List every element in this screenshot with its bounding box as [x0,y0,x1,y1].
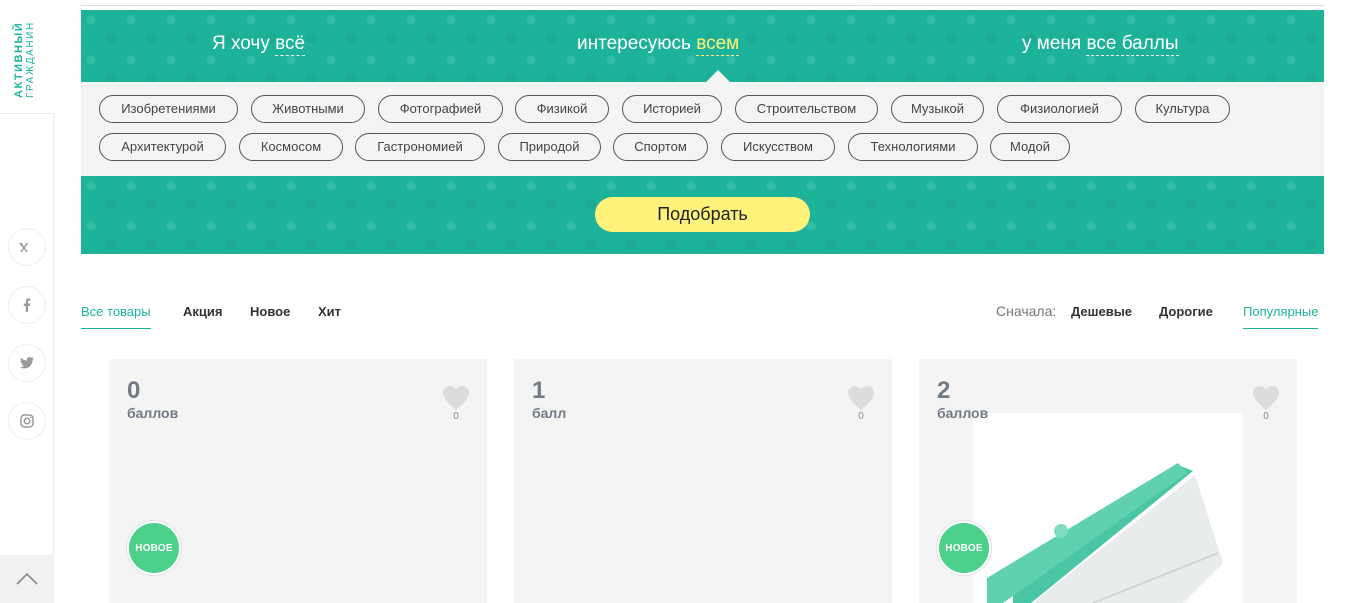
tag-fashion[interactable]: Модой [990,133,1070,161]
scroll-up-button[interactable] [0,555,54,603]
vk-icon[interactable] [8,228,46,266]
new-badge: НОВОЕ [937,521,991,575]
tag-gastronomy[interactable]: Гастрономией [355,133,485,161]
logo[interactable]: Активный гражданин [0,0,54,114]
card-points: 0 [127,377,141,404]
product-card[interactable]: 0 баллов 0 НОВОЕ [109,359,487,603]
tag-culture[interactable]: Культура [1135,95,1230,123]
points-prefix: у меня [1022,33,1087,54]
tag-sport[interactable]: Спортом [613,133,708,161]
heart-icon[interactable] [1252,385,1280,411]
card-points-unit: баллов [127,405,179,421]
interest-selector[interactable]: интересуюсь всем [577,33,740,56]
top-divider [81,0,1324,10]
logo-text: Активный гражданин [13,21,36,98]
filter-new[interactable]: Новое [250,304,290,319]
twitter-icon[interactable] [8,344,46,382]
facebook-icon[interactable] [8,286,46,324]
logo-line-1: Активный [13,21,25,98]
tag-inventions[interactable]: Изобретениями [99,95,238,123]
card-points: 1 [532,377,546,404]
likes-count: 0 [858,411,864,422]
tag-history[interactable]: Историей [622,95,722,123]
product-image-laptop-case[interactable] [973,413,1243,603]
card-points: 2 [937,377,951,404]
filter-sale[interactable]: Акция [183,304,222,319]
product-card[interactable]: 2 баллов 0 НОВОЕ [919,359,1297,603]
chevron-up-icon [16,573,38,585]
tag-art[interactable]: Искусством [721,133,835,161]
tag-nature[interactable]: Природой [498,133,601,161]
points-value[interactable]: все баллы [1086,33,1179,56]
points-selector[interactable]: у меня все баллы [1022,33,1179,56]
interest-value[interactable]: всем [696,33,740,56]
likes-count: 0 [453,411,459,422]
filter-hit[interactable]: Хит [318,304,341,319]
selector-pointer [706,70,730,82]
instagram-icon[interactable] [8,402,46,440]
tag-animals[interactable]: Животными [251,95,365,123]
heart-icon[interactable] [442,385,470,411]
likes-count: 0 [1263,411,1269,422]
interest-prefix: интересуюсь [577,33,697,54]
filter-all-products[interactable]: Все товары [81,304,151,329]
want-value[interactable]: всё [275,33,306,56]
tag-construction[interactable]: Строительством [735,95,878,123]
tag-technology[interactable]: Технологиями [848,133,978,161]
want-prefix: Я хочу [212,33,276,54]
want-selector[interactable]: Я хочу всё [212,33,306,56]
sort-expensive[interactable]: Дорогие [1159,304,1213,319]
heart-icon[interactable] [847,385,875,411]
product-card[interactable]: 1 балл 0 [514,359,892,603]
logo-line-2: гражданин [25,21,36,98]
tag-physiology[interactable]: Физиологией [997,95,1122,123]
tag-music[interactable]: Музыкой [891,95,984,123]
sort-popular[interactable]: Популярные [1243,304,1319,329]
pick-button[interactable]: Подобрать [595,197,810,232]
tag-architecture[interactable]: Архитектурой [99,133,226,161]
interest-tags-panel: Изобретениями Животными Фотографией Физи… [81,82,1324,176]
card-points-unit: балл [532,405,567,421]
left-sidebar: Активный гражданин [0,0,54,603]
sort-cheap[interactable]: Дешевые [1071,304,1132,319]
new-badge: НОВОЕ [127,521,181,575]
sort-label: Сначала: [996,303,1057,319]
tag-space[interactable]: Космосом [239,133,343,161]
tag-photography[interactable]: Фотографией [378,95,503,123]
tag-physics[interactable]: Физикой [515,95,609,123]
card-points-unit: баллов [937,405,989,421]
